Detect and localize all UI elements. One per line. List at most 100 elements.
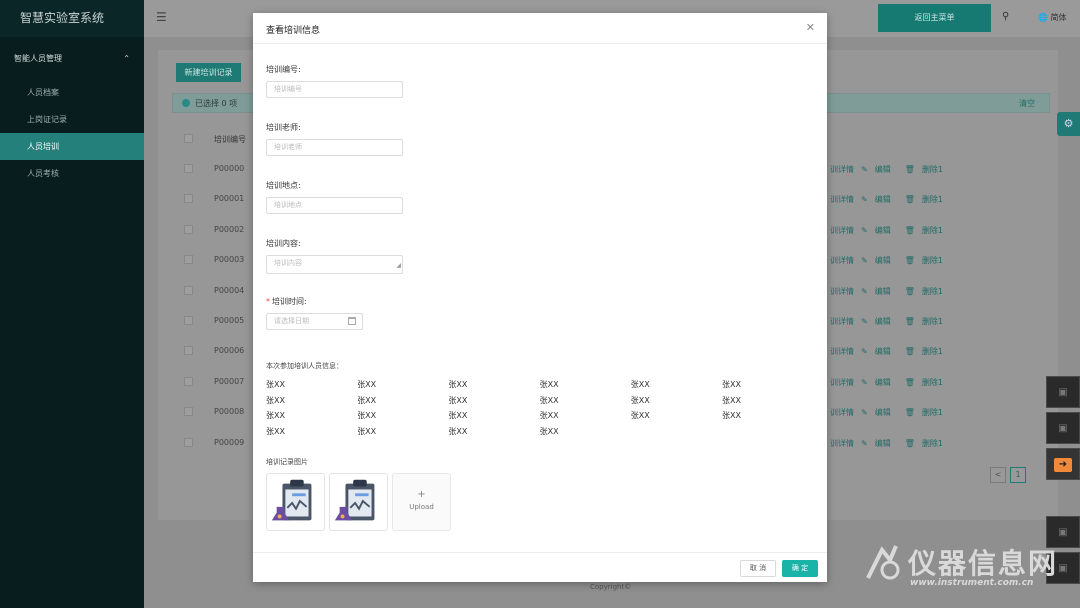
edit-icon: ✎ [861, 225, 868, 235]
prev-page-button[interactable]: < [990, 467, 1006, 483]
side-tool-button-1[interactable]: ▣ [1046, 376, 1080, 408]
participant-name: 张XX [630, 380, 650, 389]
teacher-input[interactable]: 培训老师 [266, 139, 403, 156]
delete-link-label: 删除1 [921, 256, 943, 266]
close-icon[interactable]: ✕ [806, 21, 815, 34]
trash-icon: 🗑 [904, 377, 915, 387]
detail-link[interactable]: 训详情 [830, 165, 854, 174]
row-checkbox[interactable] [184, 407, 193, 417]
upload-label: Upload [409, 503, 434, 511]
delete-link[interactable]: 🗑 删除1 [905, 256, 950, 265]
pagination: <1 [990, 467, 1030, 483]
sidebar-item-training[interactable]: 人员培训 [0, 133, 144, 160]
delete-link[interactable]: 🗑 删除1 [905, 317, 950, 326]
edit-link[interactable]: ✎ 编辑 [861, 317, 898, 326]
row-actions: 训详情 ✎ 编辑 🗑 删除1 [830, 286, 957, 297]
edit-link[interactable]: ✎ 编辑 [861, 378, 898, 387]
confirm-button[interactable]: 确 定 [782, 560, 818, 577]
detail-link[interactable]: 训详情 [830, 378, 854, 387]
row-training-id: P00008 [214, 407, 245, 417]
row-checkbox[interactable] [184, 285, 193, 295]
training-id-label: 培训编号: [266, 65, 301, 74]
edit-icon: ✎ [861, 347, 868, 357]
participant-name: 张XX [266, 411, 285, 421]
edit-link[interactable]: ✎ 编辑 [861, 347, 898, 356]
row-training-id: P00000 [214, 164, 245, 173]
row-checkbox[interactable] [184, 194, 193, 204]
settings-gear-icon[interactable]: ⚙ [1057, 112, 1080, 136]
delete-link[interactable]: 🗑 删除1 [905, 226, 950, 235]
search-icon[interactable]: ⚲ [1002, 11, 1009, 22]
row-training-id: P00002 [214, 224, 245, 234]
delete-link[interactable]: 🗑 删除1 [905, 195, 950, 204]
back-to-menu-button[interactable]: 返回主菜单 [878, 4, 991, 32]
row-checkbox[interactable] [184, 376, 193, 386]
side-tool-button-2[interactable]: ▣ [1046, 412, 1080, 444]
training-image-thumbnail[interactable] [266, 473, 325, 531]
delete-link[interactable]: 🗑 删除1 [905, 347, 950, 356]
page-button-current[interactable]: 1 [1010, 467, 1026, 483]
detail-link[interactable]: 训详情 [830, 287, 854, 296]
detail-link[interactable]: 训详情 [830, 226, 854, 235]
edit-link[interactable]: ✎ 编辑 [861, 226, 898, 235]
resize-handle-icon[interactable]: ◢ [396, 258, 401, 273]
detail-link[interactable]: 训详情 [830, 317, 854, 326]
view-training-dialog: 查看培训信息 ✕ 培训编号: 培训编号 培训老师: 培训老师 培训地点: 培训地… [253, 13, 827, 582]
participant-name: 张XX [630, 395, 650, 405]
edit-link[interactable]: ✎ 编辑 [861, 165, 898, 174]
delete-link[interactable]: 🗑 删除1 [905, 408, 950, 417]
date-picker[interactable]: 请选择日期 [266, 313, 363, 330]
row-checkbox[interactable] [184, 437, 193, 447]
sidebar-item-certificate[interactable]: 上岗证记录 [0, 106, 144, 133]
row-checkbox[interactable] [184, 346, 193, 356]
delete-link[interactable]: 🗑 删除1 [905, 378, 950, 387]
edit-link[interactable]: ✎ 编辑 [861, 287, 898, 296]
edit-link[interactable]: ✎ 编辑 [861, 195, 898, 204]
participant-name: 张XX [539, 380, 559, 389]
language-switch[interactable]: 🌐 简体 [1038, 12, 1067, 23]
place-input[interactable]: 培训地点 [266, 197, 403, 214]
side-tool-button-3[interactable]: ➜ [1046, 448, 1080, 480]
trash-icon: 🗑 [904, 286, 915, 296]
delete-link-label: 删除1 [921, 286, 943, 296]
detail-link[interactable]: 训详情 [830, 256, 854, 265]
edit-icon: ✎ [861, 408, 868, 418]
sidebar-group-personnel[interactable]: 智能人员管理 ⌃ [0, 37, 144, 79]
detail-link[interactable]: 训详情 [830, 347, 854, 356]
training-image-thumbnail[interactable] [329, 473, 388, 531]
edit-link[interactable]: ✎ 编辑 [861, 256, 898, 265]
row-checkbox[interactable] [184, 164, 193, 173]
menu-toggle-icon[interactable]: ☰ [156, 10, 167, 24]
row-checkbox[interactable] [184, 255, 193, 265]
new-training-record-button[interactable]: 新建培训记录 [176, 63, 241, 82]
edit-link[interactable]: ✎ 编辑 [861, 408, 898, 417]
select-all-checkbox[interactable] [184, 134, 193, 143]
detail-link[interactable]: 训详情 [830, 408, 854, 417]
content-placeholder: 培训内容 [274, 259, 302, 267]
sidebar-item-archive[interactable]: 人员档案 [0, 79, 144, 106]
content-textarea[interactable]: 培训内容 ◢ [266, 255, 403, 274]
clear-selection-link[interactable]: 清空 [1019, 98, 1035, 109]
column-header-id: 培训编号 [214, 135, 246, 144]
trash-icon: 🗑 [904, 165, 915, 174]
edit-link[interactable]: ✎ 编辑 [861, 439, 898, 448]
trash-icon: 🗑 [904, 195, 915, 205]
delete-link[interactable]: 🗑 删除1 [905, 287, 950, 296]
row-checkbox[interactable] [184, 316, 193, 325]
detail-link[interactable]: 训详情 [830, 439, 854, 448]
training-id-input[interactable]: 培训编号 [266, 81, 403, 98]
participant-name: 张XX [722, 411, 741, 421]
cancel-button[interactable]: 取 消 [740, 560, 776, 577]
delete-link[interactable]: 🗑 删除1 [905, 439, 950, 448]
row-training-id: P00004 [214, 285, 245, 295]
sidebar-item-assessment[interactable]: 人员考核 [0, 160, 144, 187]
delete-link[interactable]: 🗑 删除1 [905, 165, 950, 174]
dialog-title: 查看培训信息 [266, 26, 321, 36]
edit-link-label: 编辑 [874, 286, 891, 296]
edit-link-label: 编辑 [874, 195, 891, 205]
detail-link[interactable]: 训详情 [830, 195, 854, 204]
selection-count: 已选择 0 项 [195, 99, 238, 108]
row-checkbox[interactable] [184, 224, 193, 234]
upload-button[interactable]: + Upload [392, 473, 451, 531]
delete-link-label: 删除1 [921, 347, 943, 357]
